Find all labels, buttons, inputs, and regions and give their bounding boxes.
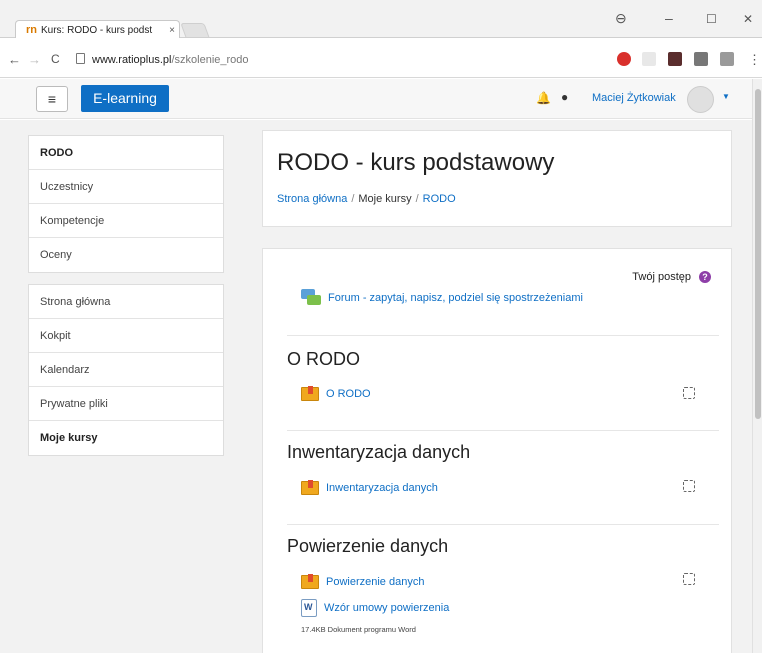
close-window-icon[interactable]: ✕ <box>743 12 753 26</box>
nav-item-rodo[interactable]: RODO <box>29 136 223 170</box>
page-header-card: RODO - kurs podstawowy Strona główna / Moj… <box>262 130 732 227</box>
url-path: /szkolenie_rodo <box>171 54 249 66</box>
package-icon <box>301 480 319 495</box>
nav-item-uczestnicy[interactable]: Uczestnicy <box>29 170 223 204</box>
section-divider <box>287 524 719 525</box>
file-meta: 17.4KB Dokument programu Word <box>301 625 416 634</box>
site-brand-link[interactable]: E-learning <box>81 85 169 112</box>
page-scrollbar[interactable] <box>752 79 762 653</box>
tab-close-icon[interactable]: × <box>165 25 179 36</box>
drawer-toggle-button[interactable]: ≡ <box>36 86 68 112</box>
maximize-icon[interactable]: ☐ <box>706 12 717 26</box>
section-title: Inwentaryzacja danych <box>287 442 471 462</box>
scrollbar-thumb[interactable] <box>755 89 761 419</box>
nav-item-oceny[interactable]: Oceny <box>29 238 223 272</box>
activity-link[interactable]: O RODO <box>326 388 371 400</box>
file-link[interactable]: Wzór umowy powierzenia <box>324 602 449 614</box>
package-icon <box>301 386 319 401</box>
new-tab-button[interactable] <box>180 23 210 38</box>
breadcrumb-home[interactable]: Strona główna <box>277 193 347 205</box>
extension-icon[interactable] <box>694 52 708 66</box>
address-bar[interactable]: www.ratioplus.pl/szkolenie_rodo <box>92 54 249 66</box>
nav-item-kalendarz[interactable]: Kalendarz <box>29 353 223 387</box>
section-title: Powierzenie danych <box>287 536 449 556</box>
nav-item-strona-glowna[interactable]: Strona główna <box>29 285 223 319</box>
adblock-icon[interactable] <box>617 52 631 66</box>
url-host: www.ratioplus.pl <box>92 54 172 66</box>
package-icon <box>301 574 319 589</box>
forum-icon <box>301 289 321 306</box>
help-icon[interactable]: ? <box>699 271 711 283</box>
user-name-link[interactable]: Maciej Żytkowiak <box>592 92 676 104</box>
breadcrumb: Strona główna / Moje kursy / RODO <box>277 193 456 205</box>
forum-activity[interactable]: Forum - zapytaj, napisz, podziel się spo… <box>301 289 583 306</box>
site-navbar: ≡ E-learning 🔔 ● Maciej Żytkowiak ▼ <box>0 79 752 119</box>
completion-checkbox[interactable] <box>683 573 695 585</box>
browser-toolbar: ← → C www.ratioplus.pl/szkolenie_rodo ⋮ <box>0 38 762 78</box>
browser-titlebar: rn Kurs: RODO - kurs podst × ⊖ – ☐ ✕ <box>0 0 762 39</box>
tab-title: Kurs: RODO - kurs podst <box>41 24 153 36</box>
user-avatar[interactable] <box>687 86 714 113</box>
section-divider <box>287 430 719 431</box>
extension-icon[interactable] <box>668 52 682 66</box>
activity-item[interactable]: Inwentaryzacja danych <box>301 480 438 495</box>
progress-indicator: Twój postęp ? <box>632 271 711 283</box>
forum-link[interactable]: Forum - zapytaj, napisz, podziel się spo… <box>328 292 583 304</box>
activity-link[interactable]: Powierzenie danych <box>326 576 424 588</box>
nav-item-prywatne-pliki[interactable]: Prywatne pliki <box>29 387 223 421</box>
activity-item[interactable]: Powierzenie danych <box>301 574 424 589</box>
page-info-icon[interactable] <box>76 53 85 64</box>
browser-tab[interactable]: rn Kurs: RODO - kurs podst × <box>15 20 180 39</box>
breadcrumb-separator: / <box>415 193 419 205</box>
course-nav-block: RODO Uczestnicy Kompetencje Oceny <box>28 135 224 273</box>
activity-item[interactable]: O RODO <box>301 386 371 401</box>
site-favicon-icon: rn <box>26 24 37 36</box>
back-arrow-icon[interactable]: ← <box>8 52 21 67</box>
nav-item-kompetencje[interactable]: Kompetencje <box>29 204 223 238</box>
user-menu-caret-icon[interactable]: ▼ <box>722 92 730 101</box>
progress-label: Twój postęp <box>632 271 691 283</box>
page-content: RODO Uczestnicy Kompetencje Oceny Strona… <box>0 120 752 653</box>
completion-checkbox[interactable] <box>683 387 695 399</box>
browser-menu-icon[interactable]: ⋮ <box>748 52 761 68</box>
profile-icon[interactable]: ⊖ <box>615 10 627 27</box>
page-title: RODO - kurs podstawowy <box>277 149 555 176</box>
activity-link[interactable]: Inwentaryzacja danych <box>326 482 438 494</box>
course-content-card: Twój postęp ? Forum - zapytaj, napisz, p… <box>262 248 732 653</box>
extension-icon[interactable] <box>720 52 734 66</box>
forward-arrow-icon[interactable]: → <box>28 52 41 67</box>
messages-icon[interactable]: ● <box>561 90 568 104</box>
nav-item-moje-kursy[interactable]: Moje kursy <box>29 421 223 455</box>
word-document-icon <box>301 599 317 617</box>
completion-checkbox[interactable] <box>683 480 695 492</box>
breadcrumb-separator: / <box>351 193 355 205</box>
reload-icon[interactable]: C <box>51 52 60 66</box>
breadcrumb-course[interactable]: RODO <box>423 193 456 205</box>
file-activity[interactable]: Wzór umowy powierzenia <box>301 599 449 617</box>
site-nav-block: Strona główna Kokpit Kalendarz Prywatne … <box>28 284 224 456</box>
nav-item-kokpit[interactable]: Kokpit <box>29 319 223 353</box>
breadcrumb-my-courses[interactable]: Moje kursy <box>358 193 411 205</box>
section-title: O RODO <box>287 349 361 369</box>
extension-icon[interactable] <box>642 52 656 66</box>
notifications-bell-icon[interactable]: 🔔 <box>536 91 551 105</box>
minimize-icon[interactable]: – <box>665 10 673 26</box>
section-divider <box>287 335 719 336</box>
